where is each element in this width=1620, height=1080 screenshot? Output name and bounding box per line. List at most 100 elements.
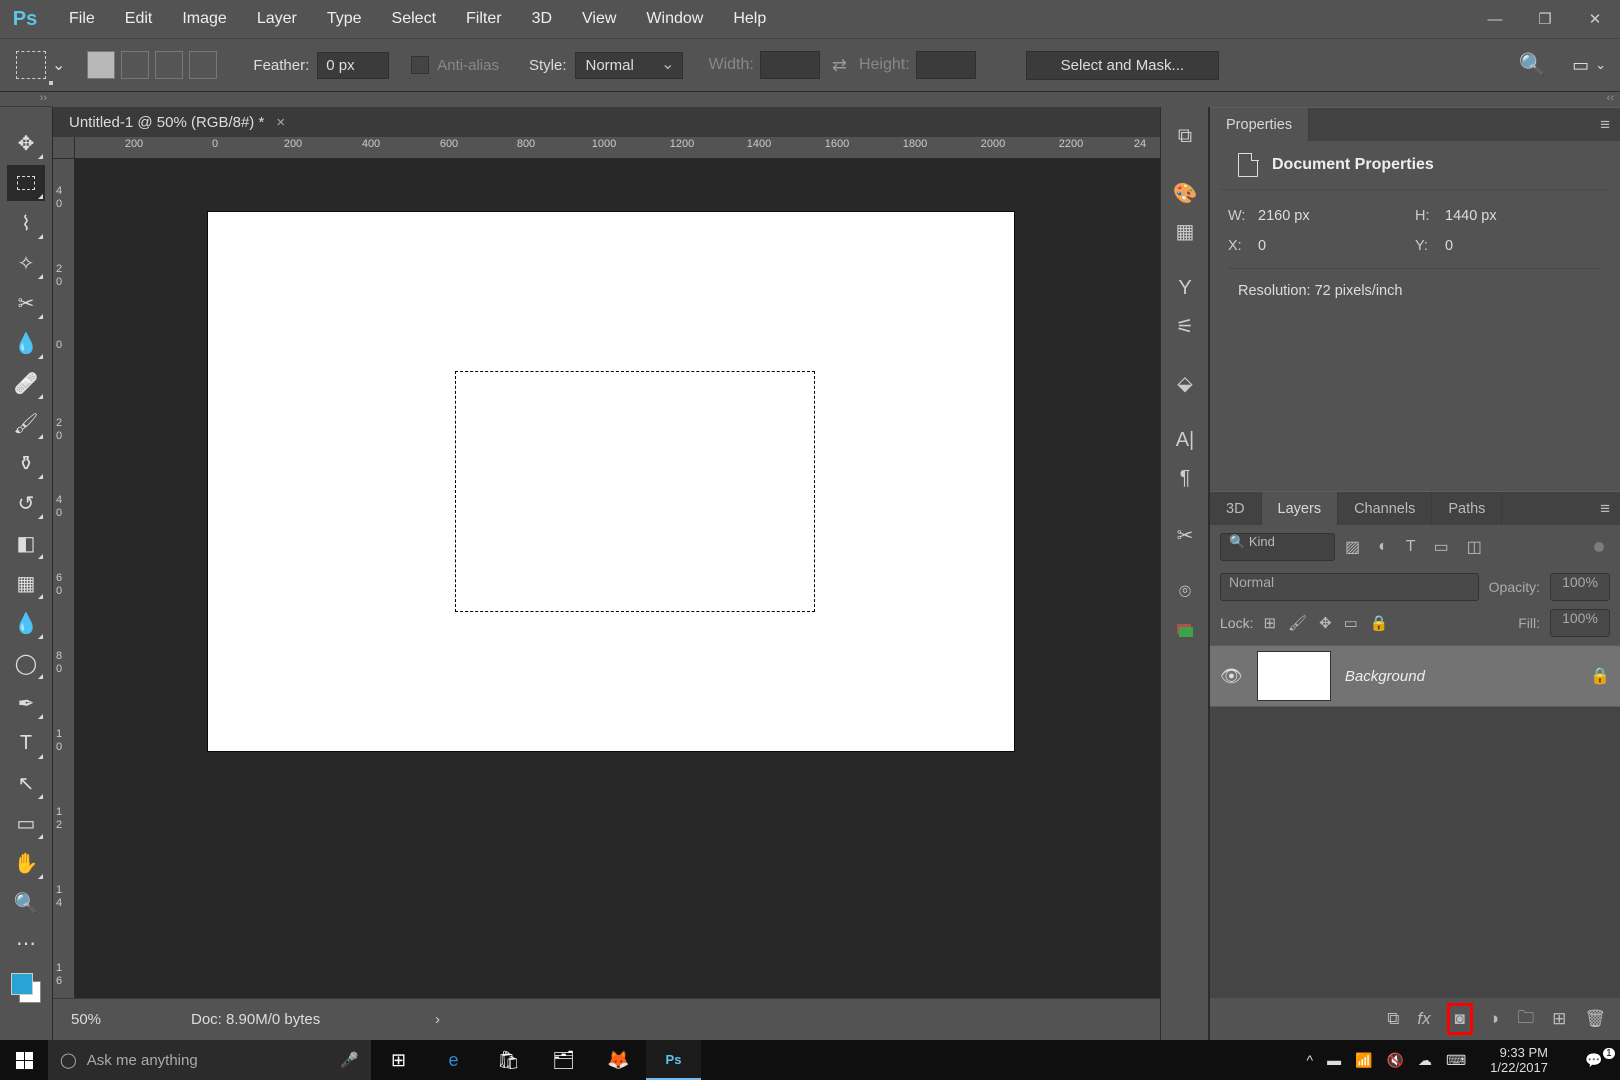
pen-tool[interactable]: ✒ xyxy=(7,685,45,721)
tray-expand-icon[interactable]: ^ xyxy=(1306,1052,1313,1068)
link-layers-icon[interactable]: ⧉ xyxy=(1387,1009,1399,1029)
window-close-button[interactable]: ✕ xyxy=(1570,0,1620,38)
crop-tool[interactable]: ✂ xyxy=(7,285,45,321)
menu-image[interactable]: Image xyxy=(167,5,241,33)
menu-layer[interactable]: Layer xyxy=(242,5,312,33)
start-button[interactable] xyxy=(0,1040,48,1080)
character-panel-icon[interactable]: A| xyxy=(1166,423,1204,457)
lock-transparent-icon[interactable]: ⊞ xyxy=(1263,614,1276,632)
style-select[interactable]: Normal xyxy=(575,52,683,79)
lock-artboard-icon[interactable]: ▭ xyxy=(1344,614,1358,632)
action-center-icon[interactable]: 💬1 xyxy=(1572,1040,1616,1080)
menu-help[interactable]: Help xyxy=(718,5,781,33)
styles-panel-icon[interactable]: ⬙ xyxy=(1166,366,1204,400)
actions-panel-icon[interactable]: ✂ xyxy=(1166,518,1204,552)
window-minimize-button[interactable]: — xyxy=(1470,0,1520,38)
status-menu-icon[interactable]: › xyxy=(435,1011,440,1028)
menu-file[interactable]: File xyxy=(54,5,110,33)
selection-mode-intersect-icon[interactable] xyxy=(189,51,217,79)
layer-filter-kind-select[interactable]: 🔍 Kind xyxy=(1220,533,1335,561)
workspace-switcher[interactable]: ▭ ⌄ xyxy=(1572,55,1606,76)
opacity-input[interactable]: 100% xyxy=(1550,573,1610,601)
tab-channels[interactable]: Channels xyxy=(1338,492,1432,526)
selection-mode-new-icon[interactable] xyxy=(87,51,115,79)
tool-preset-picker[interactable]: ⌄ xyxy=(52,55,65,75)
microphone-icon[interactable]: 🎤 xyxy=(340,1051,359,1069)
dodge-tool[interactable]: ◯ xyxy=(7,645,45,681)
clock[interactable]: 9:33 PM 1/22/2017 xyxy=(1480,1045,1558,1075)
adjustments-panel-icon[interactable]: ⚟ xyxy=(1166,309,1204,343)
fill-input[interactable]: 100% xyxy=(1550,609,1610,637)
menu-filter[interactable]: Filter xyxy=(451,5,517,33)
lock-all-icon[interactable]: 🔒 xyxy=(1370,614,1389,632)
layers-panel-menu-icon[interactable]: ≡ xyxy=(1600,499,1610,519)
filter-smart-icon[interactable]: ◫ xyxy=(1467,537,1482,557)
tab-layers[interactable]: Layers xyxy=(1262,492,1339,526)
new-group-icon[interactable]: 🗀 xyxy=(1517,1005,1534,1034)
quick-selection-tool[interactable]: ✧ xyxy=(7,245,45,281)
zoom-level[interactable]: 50% xyxy=(71,1011,131,1028)
menu-3d[interactable]: 3D xyxy=(517,5,567,33)
path-selection-tool[interactable]: ↖ xyxy=(7,765,45,801)
tab-3d[interactable]: 3D xyxy=(1210,492,1262,526)
layers-comp-icon[interactable] xyxy=(1166,613,1204,647)
search-icon[interactable]: 🔍 xyxy=(1519,52,1546,78)
blur-tool[interactable]: 💧 xyxy=(7,605,45,641)
select-and-mask-button[interactable]: Select and Mask... xyxy=(1026,51,1219,80)
move-tool[interactable]: ✥ xyxy=(7,125,45,161)
ruler-origin[interactable] xyxy=(53,137,75,159)
layer-list[interactable]: 👁 Background 🔒 xyxy=(1210,645,1620,998)
cortana-search[interactable]: ◯ Ask me anything 🎤 xyxy=(48,1040,371,1080)
hand-tool[interactable]: ✋ xyxy=(7,845,45,881)
add-layer-mask-icon[interactable]: ◙ xyxy=(1449,1005,1471,1033)
selection-mode-add-icon[interactable] xyxy=(121,51,149,79)
menu-edit[interactable]: Edit xyxy=(110,5,168,33)
battery-icon[interactable]: ▬ xyxy=(1327,1052,1341,1068)
delete-layer-icon[interactable]: 🗑 xyxy=(1584,1009,1606,1029)
lock-image-icon[interactable]: 🖌 xyxy=(1288,614,1307,632)
selection-mode-subtract-icon[interactable] xyxy=(155,51,183,79)
feather-input[interactable] xyxy=(317,52,389,79)
store-icon[interactable]: 🛍 xyxy=(481,1040,536,1080)
lasso-tool[interactable]: ⌇ xyxy=(7,205,45,241)
rectangular-marquee-tool[interactable] xyxy=(7,165,45,201)
color-panel-icon[interactable]: 🎨 xyxy=(1166,176,1204,210)
window-maximize-button[interactable]: ❐ xyxy=(1520,0,1570,38)
horizontal-ruler[interactable]: 200 0 200 400 600 800 1000 1200 1400 160… xyxy=(75,137,1210,159)
document-info[interactable]: Doc: 8.90M/0 bytes xyxy=(191,1011,320,1028)
lock-position-icon[interactable]: ✥ xyxy=(1319,614,1332,632)
menu-select[interactable]: Select xyxy=(377,5,451,33)
eraser-tool[interactable]: ◧ xyxy=(7,525,45,561)
paragraph-panel-icon[interactable]: ¶ xyxy=(1166,461,1204,495)
type-tool[interactable]: T xyxy=(7,725,45,761)
zoom-tool[interactable]: 🔍 xyxy=(7,885,45,921)
eyedropper-tool[interactable]: 💧 xyxy=(7,325,45,361)
layer-row[interactable]: 👁 Background 🔒 xyxy=(1210,645,1620,707)
filter-adjust-icon[interactable]: ◐ xyxy=(1378,538,1388,556)
toolbar-expander-icon[interactable]: ›› xyxy=(0,92,53,107)
edge-browser-icon[interactable]: e xyxy=(426,1040,481,1080)
swatches-panel-icon[interactable]: ▦ xyxy=(1166,214,1204,248)
rectangle-tool[interactable]: ▭ xyxy=(7,805,45,841)
healing-brush-tool[interactable]: 🩹 xyxy=(7,365,45,401)
volume-icon[interactable]: 🔇 xyxy=(1387,1052,1404,1069)
clone-stamp-tool[interactable]: ⚱ xyxy=(7,445,45,481)
file-explorer-icon[interactable]: 🗂 xyxy=(536,1040,591,1080)
layer-thumbnail[interactable] xyxy=(1257,651,1331,701)
vertical-ruler[interactable]: 4 0 2 0 0 2 0 4 0 6 0 8 0 1 0 1 2 1 4 1 … xyxy=(53,159,75,998)
foreground-background-swatch[interactable] xyxy=(11,973,41,1003)
menu-view[interactable]: View xyxy=(567,5,631,33)
new-adjustment-layer-icon[interactable]: ◑ xyxy=(1489,1009,1499,1029)
history-panel-icon[interactable]: ⧉ xyxy=(1166,119,1204,153)
canvas-viewport[interactable] xyxy=(75,159,1210,998)
edit-toolbar[interactable]: ⋯ xyxy=(7,925,45,961)
layer-filter-toggle[interactable] xyxy=(1594,542,1604,552)
filter-pixel-icon[interactable]: ▨ xyxy=(1345,537,1360,557)
layer-effects-icon[interactable]: fx xyxy=(1417,1009,1430,1029)
filter-type-icon[interactable]: T xyxy=(1406,538,1416,556)
tab-properties[interactable]: Properties xyxy=(1210,108,1309,142)
document-tab[interactable]: Untitled-1 @ 50% (RGB/8#) * × xyxy=(53,107,301,137)
onedrive-icon[interactable]: ☁ xyxy=(1418,1052,1432,1069)
tab-paths[interactable]: Paths xyxy=(1432,492,1502,526)
keyboard-icon[interactable]: ⌨ xyxy=(1446,1052,1466,1069)
